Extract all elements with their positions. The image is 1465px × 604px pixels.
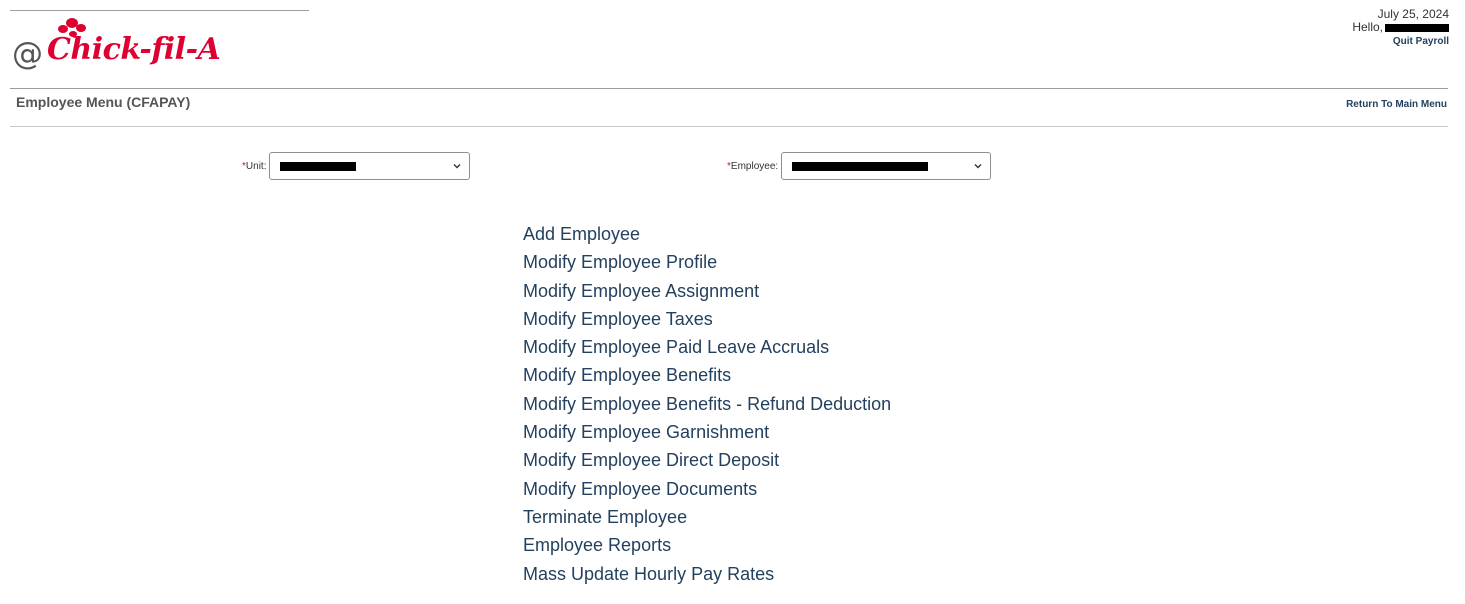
modify-employee-assignment-link[interactable]: Modify Employee Assignment: [523, 281, 759, 301]
user-header: July 25, 2024 Hello, Quit Payroll: [1352, 8, 1449, 48]
modify-employee-taxes-link[interactable]: Modify Employee Taxes: [523, 309, 713, 329]
employee-field: * Employee:: [727, 152, 992, 180]
menu-item: Modify Employee Garnishment: [523, 418, 891, 446]
top-divider: [10, 10, 309, 11]
greeting-line: Hello,: [1352, 21, 1449, 34]
menu-item: Modify Employee Benefits: [523, 361, 891, 389]
modify-employee-direct-deposit-link[interactable]: Modify Employee Direct Deposit: [523, 450, 779, 470]
employee-label: Employee:: [730, 160, 779, 172]
header-divider: [10, 88, 1448, 89]
employee-reports-link[interactable]: Employee Reports: [523, 535, 671, 555]
modify-employee-benefits-refund-deduction-link[interactable]: Modify Employee Benefits - Refund Deduct…: [523, 394, 891, 414]
redacted-unit-value: [280, 161, 357, 171]
employee-menu: Add Employee Modify Employee Profile Mod…: [523, 220, 891, 588]
title-divider: [10, 126, 1448, 127]
redacted-username: [1385, 23, 1449, 32]
terminate-employee-link[interactable]: Terminate Employee: [523, 507, 687, 527]
menu-item: Mass Update Hourly Pay Rates: [523, 560, 891, 588]
modify-employee-paid-leave-accruals-link[interactable]: Modify Employee Paid Leave Accruals: [523, 337, 829, 357]
logo-at-symbol: @: [12, 36, 43, 72]
modify-employee-profile-link[interactable]: Modify Employee Profile: [523, 252, 717, 272]
menu-item: Modify Employee Direct Deposit: [523, 446, 891, 474]
menu-item: Modify Employee Profile: [523, 248, 891, 276]
greeting-text: Hello,: [1352, 20, 1383, 34]
menu-item: Modify Employee Documents: [523, 475, 891, 503]
menu-item: Add Employee: [523, 220, 891, 248]
menu-item: Modify Employee Benefits - Refund Deduct…: [523, 390, 891, 418]
mass-update-hourly-pay-rates-link[interactable]: Mass Update Hourly Pay Rates: [523, 564, 774, 584]
quit-payroll-link[interactable]: Quit Payroll: [1352, 35, 1449, 48]
menu-item: Modify Employee Assignment: [523, 277, 891, 305]
unit-field: * Unit:: [242, 152, 471, 180]
add-employee-link[interactable]: Add Employee: [523, 224, 640, 244]
employee-select[interactable]: [781, 152, 992, 180]
modify-employee-documents-link[interactable]: Modify Employee Documents: [523, 479, 757, 499]
unit-label: Unit:: [245, 160, 267, 172]
menu-item: Employee Reports: [523, 531, 891, 559]
redacted-employee-value: [792, 161, 929, 171]
page-title: Employee Menu (CFAPAY): [16, 94, 191, 110]
logo-wordmark: Chick-fil-A: [47, 32, 221, 67]
chevron-down-icon: [453, 164, 461, 169]
chevron-down-icon: [974, 164, 982, 169]
menu-item: Terminate Employee: [523, 503, 891, 531]
menu-item: Modify Employee Paid Leave Accruals: [523, 333, 891, 361]
unit-select[interactable]: [269, 152, 471, 180]
modify-employee-garnishment-link[interactable]: Modify Employee Garnishment: [523, 422, 769, 442]
return-to-main-menu-link[interactable]: Return To Main Menu: [1346, 99, 1447, 110]
chick-fil-a-logo[interactable]: @ Chick-fil-A: [12, 14, 221, 76]
modify-employee-benefits-link[interactable]: Modify Employee Benefits: [523, 365, 731, 385]
menu-item: Modify Employee Taxes: [523, 305, 891, 333]
